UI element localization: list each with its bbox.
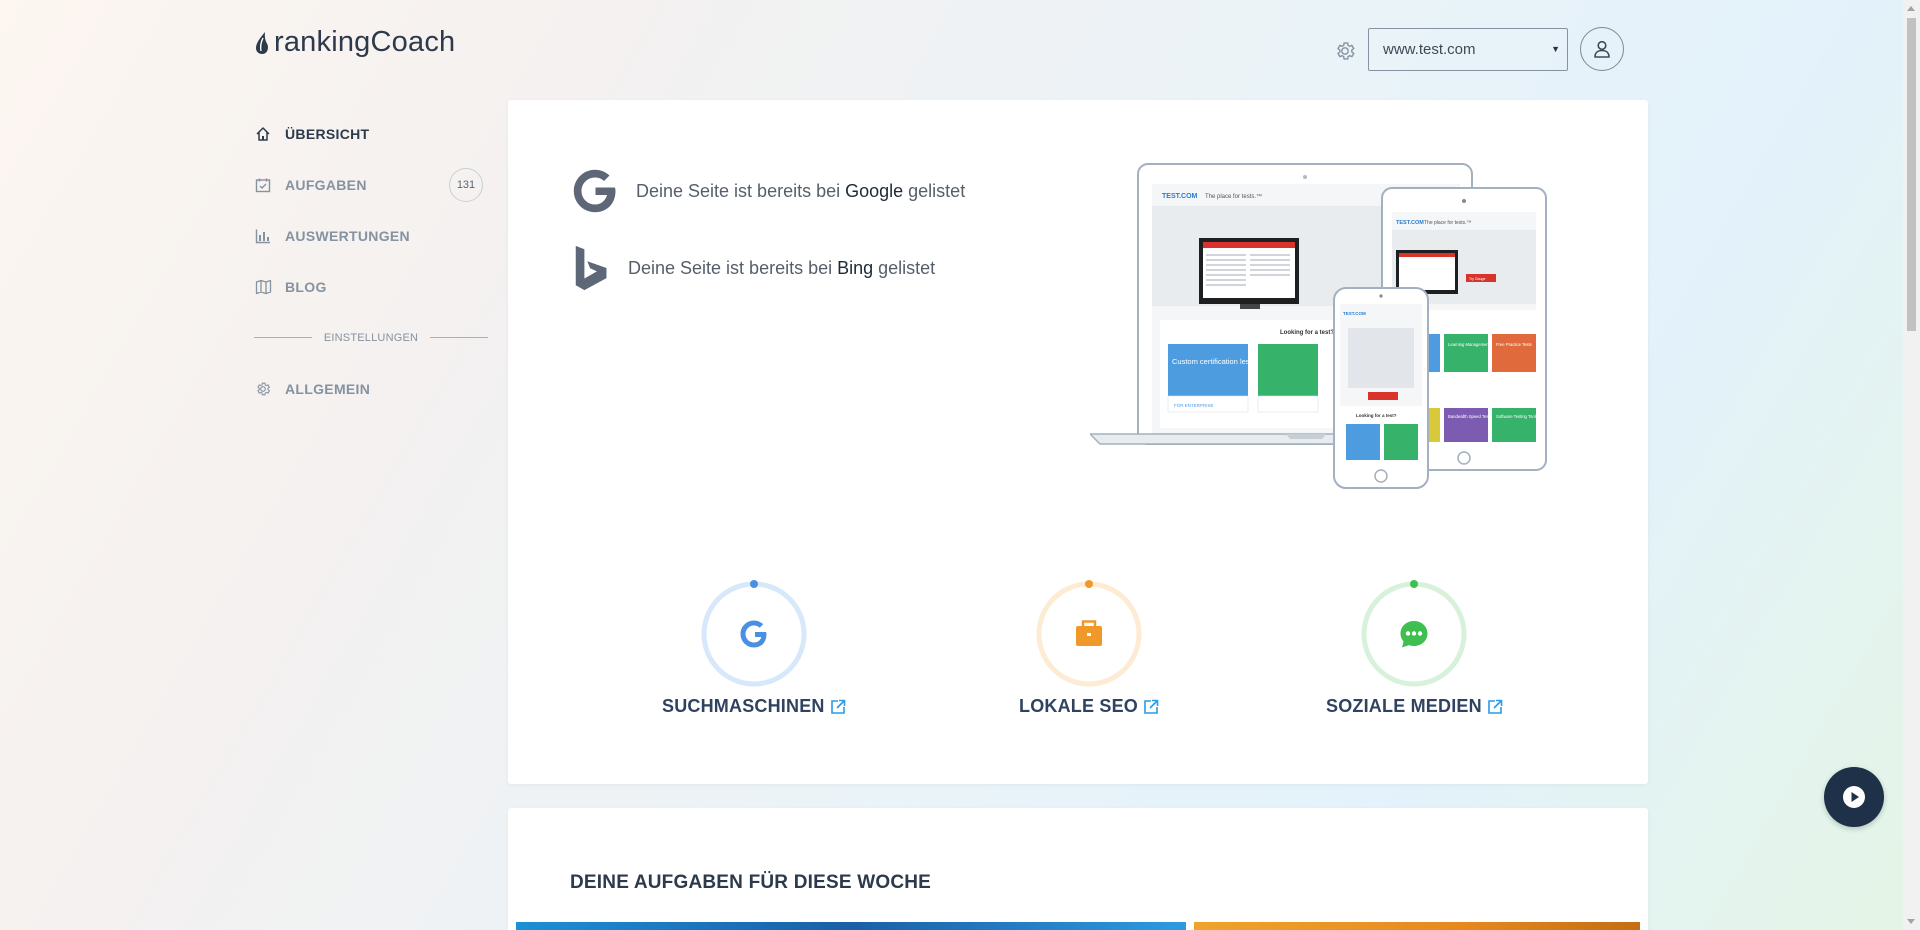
gear-icon[interactable] — [1334, 40, 1356, 62]
weekly-tasks-title: DEINE AUFGABEN FÜR DIESE WOCHE — [570, 872, 932, 893]
mockup-tile-label: Free Practice Tests — [1496, 342, 1532, 347]
sidebar-item-label: AUFGABEN — [285, 176, 367, 193]
metric-label[interactable]: LOKALE SEO — [1019, 696, 1159, 717]
user-icon — [1594, 40, 1610, 58]
book-icon — [254, 278, 272, 296]
metric-soziale-medien[interactable]: SOZIALE MEDIEN — [1326, 580, 1503, 717]
mockup-section-heading: Looking for a test? — [1356, 413, 1397, 418]
devices-mockup-illustration: TEST.COM The place for tests.™ Looking f… — [1090, 163, 1547, 489]
sidebar-item-label: BLOG — [285, 278, 327, 295]
caret-down-icon: ▼ — [1551, 44, 1560, 54]
listing-suffix: gelistet — [903, 180, 966, 201]
settings-section-label: EINSTELLUNGEN — [323, 331, 419, 344]
scrollbar-thumb[interactable] — [1907, 18, 1916, 331]
video-tutorial-button[interactable] — [1824, 767, 1884, 827]
metric-label-text: SUCHMASCHINEN — [662, 696, 825, 716]
sidebar-item-label: AUSWERTUNGEN — [285, 227, 410, 244]
metric-label[interactable]: SOZIALE MEDIEN — [1326, 696, 1503, 717]
divider-line — [254, 337, 312, 338]
external-link-icon — [1488, 699, 1503, 714]
sidebar-item-label: ÜBERSICHT — [285, 125, 370, 142]
listing-prefix: Deine Seite ist bereits bei — [636, 180, 846, 201]
scroll-up-arrow-icon[interactable] — [1907, 6, 1915, 11]
mockup-site-tagline: The place for tests.™ — [1424, 220, 1472, 226]
mockup-tile-label: Software Testing Tools — [1496, 414, 1538, 419]
mockup-cta-button: Try Gauge — [1469, 277, 1485, 281]
metric-label-text: LOKALE SEO — [1019, 696, 1139, 716]
overview-card: Deine Seite ist bereits bei Google gelis… — [508, 100, 1648, 784]
mockup-tile-label: Bandwidth Speed Tests — [1448, 414, 1492, 419]
task-card-preview[interactable] — [1194, 922, 1640, 930]
metric-lokale-seo[interactable]: LOKALE SEO — [1019, 580, 1159, 717]
settings-section-divider: EINSTELLUNGEN — [254, 312, 489, 363]
listing-prefix: Deine Seite ist bereits bei — [628, 257, 838, 278]
sidebar-nav: ÜBERSICHT AUFGABEN 131 AUSWERTUNGEN BLOG… — [254, 108, 489, 414]
search-engine-score-ring — [701, 580, 807, 687]
mockup-site-brand: TEST.COM — [1343, 311, 1366, 316]
social-media-score-ring — [1361, 580, 1467, 687]
sidebar-item-uebersicht[interactable]: ÜBERSICHT — [254, 108, 488, 159]
gear-icon — [254, 380, 272, 398]
brand-logo[interactable]: rankingCoach — [254, 26, 455, 59]
bar-chart-icon — [254, 227, 272, 245]
scroll-down-arrow-icon[interactable] — [1907, 919, 1915, 924]
listing-engine: Bing — [837, 257, 874, 278]
task-count-badge: 131 — [449, 167, 483, 202]
sidebar-item-blog[interactable]: BLOG — [254, 261, 488, 312]
play-icon — [1843, 786, 1865, 808]
metric-label[interactable]: SUCHMASCHINEN — [662, 696, 846, 717]
local-seo-score-ring — [1036, 580, 1142, 687]
mockup-site-brand: TEST.COM — [1162, 193, 1198, 200]
domain-select-value: www.test.com — [1383, 41, 1476, 58]
sidebar-item-aufgaben[interactable]: AUFGABEN 131 — [254, 159, 488, 210]
sidebar-item-auswertungen[interactable]: AUSWERTUNGEN — [254, 210, 488, 261]
mockup-tile-link: FOR ENTERPRISE — [1174, 403, 1214, 408]
brand-name: rankingCoach — [274, 26, 456, 58]
weekly-tasks-card: DEINE AUFGABEN FÜR DIESE WOCHE — [508, 808, 1648, 930]
listing-engine: Google — [845, 180, 904, 201]
listing-suffix: gelistet — [873, 257, 936, 278]
task-card-preview[interactable] — [516, 922, 1186, 930]
bing-icon — [575, 245, 607, 291]
metric-suchmaschinen[interactable]: SUCHMASCHINEN — [662, 580, 846, 717]
bing-listing-status: Deine Seite ist bereits bei Bing geliste… — [570, 242, 935, 294]
home-icon — [254, 125, 272, 143]
divider-line — [430, 337, 489, 338]
domain-select[interactable]: www.test.com ▼ — [1368, 28, 1568, 71]
page-scrollbar[interactable] — [1903, 0, 1920, 930]
external-link-icon — [1144, 699, 1159, 714]
sidebar-item-label: ALLGEMEIN — [285, 380, 371, 397]
google-icon — [573, 169, 616, 213]
sidebar-item-allgemein[interactable]: ALLGEMEIN — [254, 363, 488, 414]
metric-label-text: SOZIALE MEDIEN — [1326, 696, 1482, 716]
mockup-site-tagline: The place for tests.™ — [1205, 193, 1262, 200]
drop-logo-icon — [256, 31, 268, 54]
mockup-site-brand: TEST.COM — [1396, 220, 1424, 226]
external-link-icon — [830, 699, 845, 714]
task-check-icon — [254, 176, 272, 194]
user-account-button[interactable] — [1580, 27, 1624, 71]
google-listing-status: Deine Seite ist bereits bei Google gelis… — [570, 166, 965, 216]
mockup-section-heading: Looking for a test? — [1280, 330, 1334, 336]
